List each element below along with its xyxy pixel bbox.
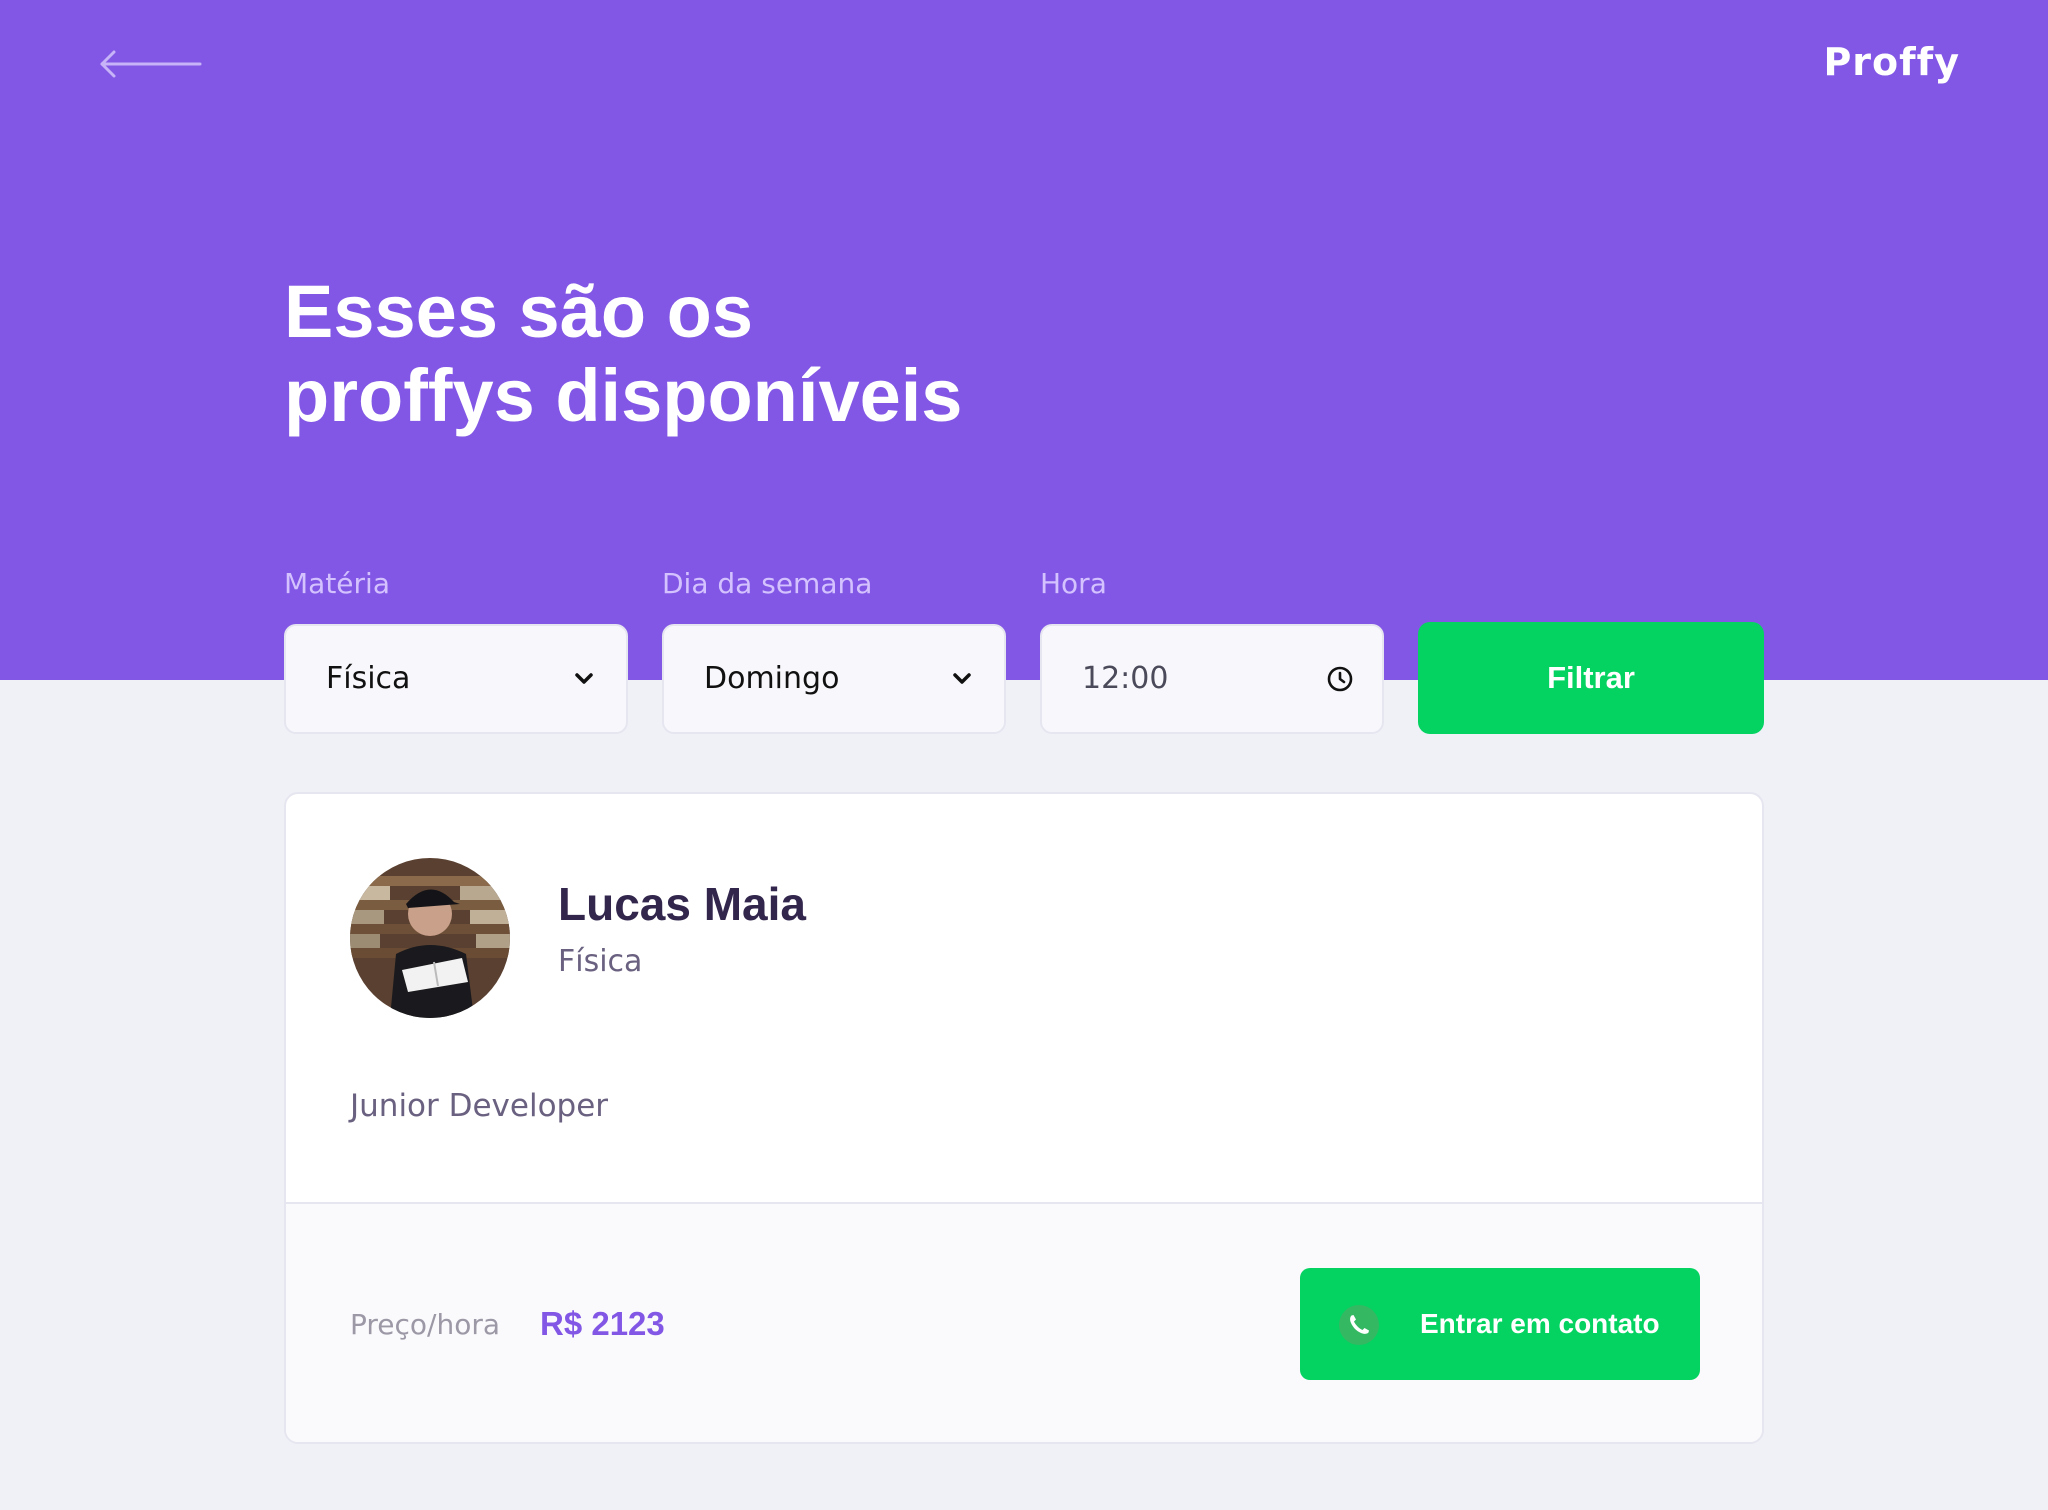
teacher-subject: Física bbox=[558, 944, 643, 979]
contact-button-label: Entrar em contato bbox=[1420, 1308, 1660, 1339]
teacher-bio: Junior Developer bbox=[350, 1088, 609, 1124]
back-button[interactable] bbox=[98, 44, 206, 84]
teacher-name: Lucas Maia bbox=[558, 878, 806, 930]
subject-select-value: Física bbox=[326, 661, 411, 696]
time-input-value: 12:00 bbox=[1082, 661, 1169, 696]
teacher-card-footer: Preço/hora R$ 2123 Entrar em contato bbox=[286, 1202, 1762, 1442]
time-input[interactable]: 12:00 bbox=[1040, 624, 1384, 734]
price-label: Preço/hora bbox=[350, 1308, 501, 1341]
clock-icon[interactable] bbox=[1324, 663, 1356, 695]
page-header: Proffy Esses são os proffys disponíveis … bbox=[0, 0, 2048, 680]
time-label: Hora bbox=[1040, 567, 1107, 600]
whatsapp-icon bbox=[1339, 1305, 1379, 1345]
contact-button[interactable]: Entrar em contato bbox=[1300, 1268, 1700, 1380]
week-day-label: Dia da semana bbox=[662, 567, 873, 600]
week-day-select[interactable]: Domingo bbox=[662, 624, 1006, 734]
page-title: Esses são os proffys disponíveis bbox=[284, 270, 1184, 438]
teacher-avatar bbox=[350, 858, 510, 1018]
subject-label: Matéria bbox=[284, 567, 390, 600]
proffy-logo[interactable]: Proffy bbox=[1820, 36, 1960, 88]
chevron-down-icon bbox=[953, 673, 971, 684]
chevron-down-icon bbox=[575, 673, 593, 684]
price-value: R$ 2123 bbox=[540, 1305, 665, 1342]
filter-button[interactable]: Filtrar bbox=[1418, 622, 1764, 734]
week-day-select-value: Domingo bbox=[704, 661, 840, 696]
arrow-left-icon bbox=[100, 50, 202, 78]
subject-select[interactable]: Física bbox=[284, 624, 628, 734]
page-title-line-2: proffys disponíveis bbox=[284, 354, 963, 437]
teacher-card: Lucas Maia Física Junior Developer Preço… bbox=[284, 792, 1764, 1444]
page-title-line-1: Esses são os bbox=[284, 270, 753, 353]
